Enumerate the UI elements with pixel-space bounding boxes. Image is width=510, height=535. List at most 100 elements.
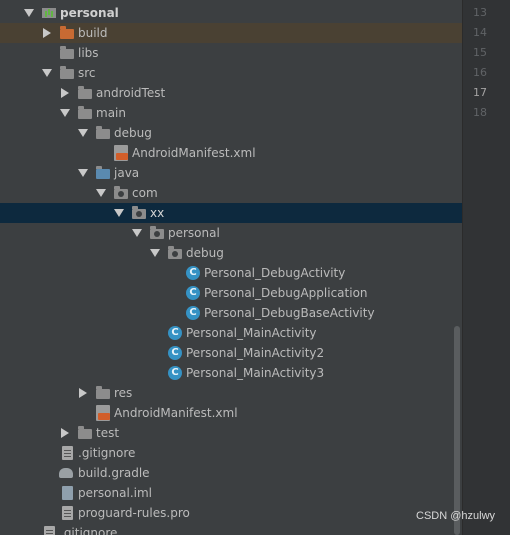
folder-icon: [78, 426, 92, 439]
tree-row-class[interactable]: C Personal_MainActivity2: [0, 343, 462, 363]
tree-row-main-manifest[interactable]: AndroidManifest.xml: [0, 403, 462, 423]
tree-row-libs[interactable]: libs: [0, 43, 462, 63]
folder-icon: [96, 126, 110, 139]
tree-label: proguard-rules.pro: [78, 506, 190, 520]
tree-row-test[interactable]: test: [0, 423, 462, 443]
tree-label: personal: [168, 226, 220, 240]
expand-arrow-icon[interactable]: [131, 227, 143, 239]
tree-label: com: [132, 186, 158, 200]
tree-row-xx[interactable]: xx: [0, 203, 462, 223]
class-icon: C: [186, 266, 200, 280]
tree-label: .gitignore: [60, 526, 118, 535]
package-icon: [132, 206, 146, 219]
folder-res-icon: [96, 386, 110, 399]
line-number: 16: [473, 66, 487, 79]
class-icon: C: [168, 366, 182, 380]
tree-label: .gitignore: [78, 446, 136, 460]
tree-label: Personal_DebugActivity: [204, 266, 346, 280]
folder-icon: [60, 46, 74, 59]
tree-row-build-gradle[interactable]: build.gradle: [0, 463, 462, 483]
tree-row-src[interactable]: src: [0, 63, 462, 83]
module-icon: [42, 8, 56, 18]
tree-label: Personal_MainActivity3: [186, 366, 325, 380]
tree-row-res[interactable]: res: [0, 383, 462, 403]
tree-row-main[interactable]: main: [0, 103, 462, 123]
tree-row-proguard[interactable]: proguard-rules.pro: [0, 503, 462, 523]
folder-orange-icon: [60, 26, 74, 39]
manifest-icon: [114, 145, 128, 161]
iml-icon: [62, 486, 73, 500]
expand-arrow-icon[interactable]: [149, 247, 161, 259]
class-icon: C: [168, 326, 182, 340]
tree-label: res: [114, 386, 133, 400]
tree-label: xx: [150, 206, 165, 220]
project-tree: personal build libs src androidTest main…: [0, 0, 462, 535]
tree-row-class[interactable]: C Personal_MainActivity: [0, 323, 462, 343]
tree-row-debug-folder[interactable]: debug: [0, 123, 462, 143]
collapse-arrow-icon[interactable]: [59, 87, 71, 99]
tree-label: java: [114, 166, 140, 180]
tree-row-java[interactable]: java: [0, 163, 462, 183]
tree-label: build.gradle: [78, 466, 150, 480]
tree-label: test: [96, 426, 120, 440]
tree-label: libs: [78, 46, 99, 60]
package-icon: [168, 246, 182, 259]
tree-label: Personal_MainActivity2: [186, 346, 325, 360]
tree-label: src: [78, 66, 96, 80]
tree-row-class[interactable]: C Personal_DebugActivity: [0, 263, 462, 283]
expand-arrow-icon[interactable]: [95, 187, 107, 199]
package-icon: [114, 186, 128, 199]
package-icon: [150, 226, 164, 239]
line-number: 15: [473, 46, 487, 59]
class-icon: C: [186, 306, 200, 320]
gitignore-icon: [44, 526, 55, 535]
tree-row-gitignore[interactable]: .gitignore: [0, 443, 462, 463]
tree-label: Personal_DebugBaseActivity: [204, 306, 375, 320]
file-icon: [62, 506, 73, 520]
manifest-icon: [96, 405, 110, 421]
tree-row-class[interactable]: C Personal_MainActivity3: [0, 363, 462, 383]
tree-label: debug: [186, 246, 224, 260]
tree-label: Personal_MainActivity: [186, 326, 317, 340]
tree-row-debug-manifest[interactable]: AndroidManifest.xml: [0, 143, 462, 163]
tree-row-personal-module[interactable]: personal: [0, 3, 462, 23]
gitignore-icon: [62, 446, 73, 460]
tree-label: AndroidManifest.xml: [114, 406, 238, 420]
tree-row-androidtest[interactable]: androidTest: [0, 83, 462, 103]
ide-window: personal build libs src androidTest main…: [0, 0, 510, 535]
folder-icon: [60, 66, 74, 79]
collapse-arrow-icon[interactable]: [77, 387, 89, 399]
vertical-scrollbar[interactable]: [454, 326, 460, 535]
tree-row-class[interactable]: C Personal_DebugBaseActivity: [0, 303, 462, 323]
tree-row-debug-package[interactable]: debug: [0, 243, 462, 263]
expand-arrow-icon[interactable]: [77, 167, 89, 179]
class-icon: C: [168, 346, 182, 360]
tree-row-com[interactable]: com: [0, 183, 462, 203]
tree-row-iml[interactable]: personal.iml: [0, 483, 462, 503]
tree-row-personal-package[interactable]: personal: [0, 223, 462, 243]
editor-gutter: 13 14 15 16 17 18: [462, 0, 510, 535]
expand-arrow-icon[interactable]: [23, 7, 35, 19]
watermark-text: CSDN @hzulwy: [416, 510, 496, 522]
collapse-arrow-icon[interactable]: [41, 27, 53, 39]
tree-label: build: [78, 26, 108, 40]
folder-icon: [96, 166, 110, 179]
line-number: 13: [473, 6, 487, 19]
expand-arrow-icon[interactable]: [113, 207, 125, 219]
expand-arrow-icon[interactable]: [59, 107, 71, 119]
folder-icon: [78, 86, 92, 99]
tree-row-gitignore-root[interactable]: .gitignore: [0, 523, 462, 535]
tree-label: personal.iml: [78, 486, 152, 500]
folder-icon: [78, 106, 92, 119]
line-number: 18: [473, 106, 487, 119]
line-number-active: 17: [473, 86, 487, 99]
tree-label: debug: [114, 126, 152, 140]
class-icon: C: [186, 286, 200, 300]
tree-label: main: [96, 106, 126, 120]
tree-row-build[interactable]: build: [0, 23, 462, 43]
collapse-arrow-icon[interactable]: [59, 427, 71, 439]
expand-arrow-icon[interactable]: [41, 67, 53, 79]
tree-label: androidTest: [96, 86, 166, 100]
expand-arrow-icon[interactable]: [77, 127, 89, 139]
tree-row-class[interactable]: C Personal_DebugApplication: [0, 283, 462, 303]
